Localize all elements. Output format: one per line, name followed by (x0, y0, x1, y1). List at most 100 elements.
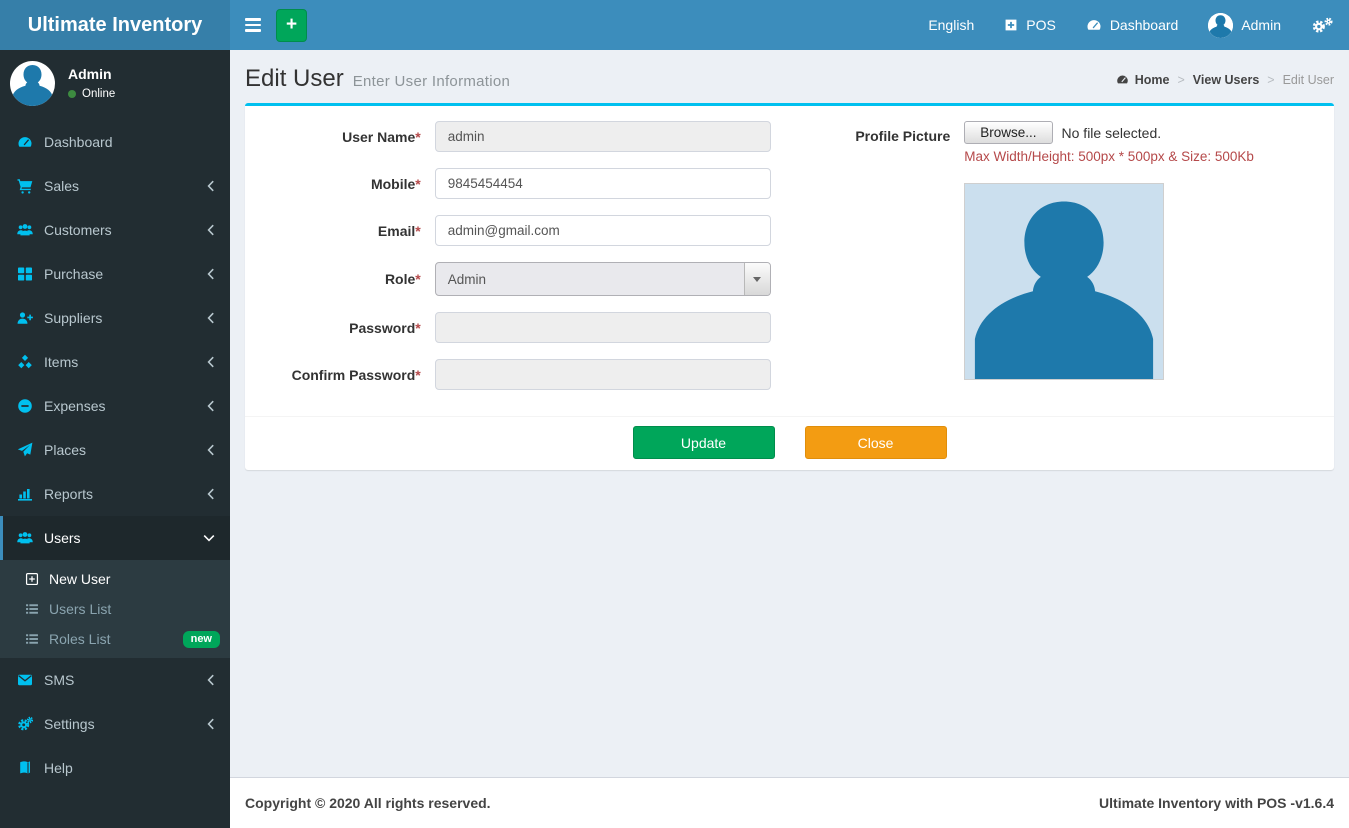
grid-icon (15, 266, 35, 282)
version-text: Ultimate Inventory with POS -v1.6.4 (1099, 795, 1334, 811)
close-button[interactable]: Close (805, 426, 947, 459)
online-status-icon (68, 90, 76, 98)
nav-pos[interactable]: POS (989, 0, 1071, 50)
sidebar-item-suppliers[interactable]: Suppliers (0, 296, 230, 340)
navbar-right: English POS Dashboard A (913, 0, 1349, 50)
avatar (1208, 13, 1233, 38)
form-row: Role* Admin (260, 262, 790, 296)
sidebar-item-purchase[interactable]: Purchase (0, 252, 230, 296)
browse-button[interactable]: Browse... (964, 121, 1052, 144)
content-spacer (230, 470, 1349, 777)
breadcrumb-current: Edit User (1283, 73, 1334, 87)
breadcrumb-home[interactable]: Home (1116, 73, 1170, 87)
role-select-value: Admin (436, 272, 744, 287)
nav-user-menu[interactable]: Admin (1193, 0, 1296, 50)
form-row: Mobile* (260, 168, 790, 199)
update-button[interactable]: Update (633, 426, 775, 459)
mobile-label: Mobile* (260, 176, 435, 192)
app-logo[interactable]: Ultimate Inventory (0, 0, 230, 50)
no-file-text: No file selected. (1062, 125, 1162, 141)
chevron-left-icon (207, 312, 215, 324)
paper-plane-icon (15, 442, 35, 458)
sidebar-item-label: Purchase (44, 266, 207, 282)
required-asterisk: * (415, 176, 420, 192)
breadcrumb-view-users-label: View Users (1193, 73, 1259, 87)
sidebar-subitem-new-user[interactable]: New User (0, 564, 230, 594)
chevron-left-icon (207, 488, 215, 500)
chevron-left-icon (207, 444, 215, 456)
sidebar-item-label: Suppliers (44, 310, 207, 326)
users-icon (15, 222, 35, 238)
cubes-icon (15, 354, 35, 370)
sidebar-menu: Dashboard Sales Customers (0, 120, 230, 790)
password-field (435, 312, 771, 343)
sidebar-users-submenu: New User Users List Roles List new (0, 560, 230, 658)
sidebar-item-expenses[interactable]: Expenses (0, 384, 230, 428)
main-content: Edit User Enter User Information Home > … (230, 50, 1349, 828)
gears-icon (15, 716, 35, 732)
sidebar-item-label: Help (44, 760, 215, 776)
plus-icon: + (286, 14, 297, 36)
chevron-down-icon (203, 534, 215, 542)
mobile-field[interactable] (435, 168, 771, 199)
nav-settings[interactable] (1296, 0, 1349, 50)
breadcrumb-home-label: Home (1135, 73, 1170, 87)
quick-add-button[interactable]: + (276, 9, 307, 42)
edit-user-card: User Name* Mobile* Email* Role* (245, 103, 1334, 470)
sidebar-user-status[interactable]: Online (68, 88, 115, 100)
nav-dashboard-label: Dashboard (1110, 17, 1179, 33)
sidebar-subitem-users-list[interactable]: Users List (0, 594, 230, 624)
sidebar-item-sales[interactable]: Sales (0, 164, 230, 208)
sidebar-item-sms[interactable]: SMS (0, 658, 230, 702)
hamburger-icon (245, 29, 261, 31)
chevron-left-icon (207, 674, 215, 686)
bar-chart-icon (15, 486, 35, 502)
gears-icon (1311, 17, 1334, 34)
sidebar-item-settings[interactable]: Settings (0, 702, 230, 746)
sidebar-item-label: Reports (44, 486, 207, 502)
sidebar-item-label: Sales (44, 178, 207, 194)
required-asterisk: * (415, 129, 420, 145)
email-field[interactable] (435, 215, 771, 246)
envelope-icon (15, 672, 35, 688)
nav-language[interactable]: English (913, 0, 989, 50)
profile-picture-preview (964, 183, 1164, 380)
breadcrumb: Home > View Users > Edit User (1116, 73, 1334, 87)
sidebar-user-status-label: Online (82, 88, 115, 100)
nav-dashboard[interactable]: Dashboard (1071, 0, 1194, 50)
required-asterisk: * (415, 223, 420, 239)
sidebar-item-users[interactable]: Users (0, 516, 230, 560)
app-window: Ultimate Inventory + English POS (0, 0, 1349, 828)
breadcrumb-view-users[interactable]: View Users (1193, 73, 1259, 87)
form-left-column: User Name* Mobile* Email* Role* (260, 121, 790, 406)
sidebar-item-places[interactable]: Places (0, 428, 230, 472)
confirm-password-field (435, 359, 771, 390)
nav-user-label: Admin (1241, 17, 1281, 33)
sidebar-item-help[interactable]: Help (0, 746, 230, 790)
sidebar-toggle-button[interactable] (243, 12, 263, 37)
sidebar-item-customers[interactable]: Customers (0, 208, 230, 252)
role-label: Role* (260, 271, 435, 287)
sidebar-item-reports[interactable]: Reports (0, 472, 230, 516)
plus-square-icon (1004, 18, 1018, 32)
hamburger-icon (245, 24, 261, 26)
sidebar-item-label: SMS (44, 672, 207, 688)
form-row: Confirm Password* (260, 359, 790, 390)
tachometer-icon (1086, 17, 1102, 33)
sidebar-subitem-label: Users List (49, 601, 111, 617)
chevron-down-icon (744, 263, 770, 295)
sidebar-subitem-roles-list[interactable]: Roles List new (0, 624, 230, 654)
book-icon (15, 760, 35, 776)
profile-picture-note: Max Width/Height: 500px * 500px & Size: … (964, 149, 1300, 164)
chevron-left-icon (207, 180, 215, 192)
sidebar-item-label: Items (44, 354, 207, 370)
sidebar-item-items[interactable]: Items (0, 340, 230, 384)
sidebar-subitem-label: Roles List (49, 631, 110, 647)
new-badge: new (183, 631, 220, 648)
sidebar-item-dashboard[interactable]: Dashboard (0, 120, 230, 164)
required-asterisk: * (415, 320, 420, 336)
nav-pos-label: POS (1026, 17, 1056, 33)
role-select: Admin (435, 262, 771, 296)
form-row: Password* (260, 312, 790, 343)
nav-language-label: English (928, 17, 974, 33)
